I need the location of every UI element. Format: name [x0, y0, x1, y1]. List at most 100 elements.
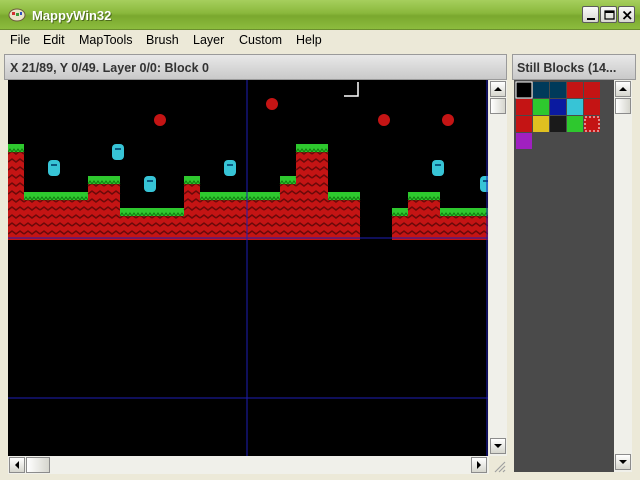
arrow-up-icon — [619, 87, 627, 91]
title-bar[interactable]: MappyWin32 — [0, 0, 640, 30]
scroll-down-button[interactable] — [490, 438, 506, 454]
grass-tile — [88, 176, 104, 184]
blocks-vertical-scrollbar[interactable] — [614, 80, 632, 472]
maximize-button[interactable] — [600, 6, 617, 23]
block-tile — [584, 82, 600, 98]
tombstone — [432, 160, 444, 176]
cursor-marker — [344, 82, 359, 97]
blocks-header: Still Blocks (14... — [512, 54, 636, 80]
map-status-bar: X 21/89, Y 0/49. Layer 0/0: Block 0 — [4, 54, 507, 80]
minimize-icon — [587, 18, 595, 20]
blocks-scroll-thumb[interactable] — [615, 98, 631, 114]
menu-edit[interactable]: Edit — [43, 33, 65, 47]
block-tiles — [515, 81, 600, 149]
cursor-status: X 21/89, Y 0/49. Layer 0/0: Block 0 — [10, 61, 209, 75]
block-tile — [567, 116, 583, 132]
block-tile — [550, 116, 566, 132]
grass-tile — [184, 176, 200, 184]
grass-tile — [232, 192, 248, 200]
minimize-button[interactable] — [582, 6, 599, 23]
grass-tile — [216, 192, 232, 200]
grass-tile — [40, 192, 56, 200]
map-tiles — [8, 80, 488, 456]
maximize-icon — [604, 10, 615, 20]
arrow-up-icon — [494, 87, 502, 91]
tombstone — [144, 176, 156, 192]
map-vertical-scrollbar[interactable] — [489, 80, 507, 456]
grass-tile — [408, 192, 424, 200]
scroll-right-button[interactable] — [471, 457, 487, 473]
grass-tile — [440, 208, 456, 216]
block-tile — [567, 82, 583, 98]
scroll-up-button[interactable] — [490, 81, 506, 97]
vertical-scroll-thumb[interactable] — [490, 98, 506, 114]
arrow-down-icon — [494, 444, 502, 448]
menu-file[interactable]: File — [10, 33, 30, 47]
scroll-left-button[interactable] — [9, 457, 25, 473]
blocks-scroll-up-button[interactable] — [615, 81, 631, 97]
block-tile — [516, 116, 532, 132]
grass-tile — [248, 192, 264, 200]
resize-grip[interactable] — [489, 456, 507, 474]
menu-brush[interactable]: Brush — [146, 33, 179, 47]
menu-maptools[interactable]: MapTools — [79, 33, 133, 47]
grass-tile — [56, 192, 72, 200]
block-tile — [550, 82, 566, 98]
block-palette[interactable] — [514, 80, 614, 472]
arrow-left-icon — [15, 461, 19, 469]
block-tile — [516, 82, 532, 98]
map-canvas[interactable] — [8, 80, 488, 456]
grass-tile — [136, 208, 152, 216]
tombstone-mark — [115, 148, 121, 150]
grass-tile — [72, 192, 88, 200]
block-tile — [550, 99, 566, 115]
resize-grip-icon — [494, 461, 506, 473]
arrow-right-icon — [477, 461, 481, 469]
tombstone — [48, 160, 60, 176]
floating-rock — [378, 114, 390, 126]
tombstone — [112, 144, 124, 160]
grass-tile — [456, 208, 472, 216]
block-tile — [516, 99, 532, 115]
block-tile — [567, 99, 583, 115]
menu-bar: File Edit MapTools Brush Layer Custom He… — [0, 30, 640, 50]
grass-tile — [104, 176, 120, 184]
blocks-title: Still Blocks (14... — [517, 61, 617, 75]
grass-tile — [392, 208, 408, 216]
blocks-scroll-down-button[interactable] — [615, 454, 631, 470]
grass-tile — [200, 192, 216, 200]
grass-tile — [152, 208, 168, 216]
close-button[interactable] — [618, 6, 635, 23]
app-window: MappyWin32 File Edit MapTools Brush Laye… — [0, 0, 640, 480]
horizontal-scroll-thumb[interactable] — [26, 457, 50, 473]
grass-tile — [328, 192, 344, 200]
grass-tile — [296, 144, 312, 152]
grass-tile — [120, 208, 136, 216]
tombstone-mark — [435, 164, 441, 166]
map-horizontal-scrollbar[interactable] — [8, 456, 489, 474]
block-tile — [584, 99, 600, 115]
block-tile — [584, 116, 600, 132]
menu-help[interactable]: Help — [296, 33, 322, 47]
grass-tile — [168, 208, 184, 216]
block-tile — [516, 133, 532, 149]
arrow-down-icon — [619, 460, 627, 464]
grass-tile — [8, 144, 24, 152]
floating-rock — [442, 114, 454, 126]
floating-rock — [266, 98, 278, 110]
grass-tile — [472, 208, 488, 216]
block-tile — [533, 82, 549, 98]
tombstone-mark — [51, 164, 57, 166]
menu-custom[interactable]: Custom — [239, 33, 282, 47]
tombstone — [224, 160, 236, 176]
app-icon[interactable] — [8, 7, 26, 23]
grass-tile — [424, 192, 440, 200]
tombstone-mark — [147, 180, 153, 182]
floating-rock — [154, 114, 166, 126]
close-icon — [622, 10, 632, 20]
block-tile — [533, 99, 549, 115]
window-title: MappyWin32 — [32, 8, 112, 23]
tombstone-mark — [227, 164, 233, 166]
menu-layer[interactable]: Layer — [193, 33, 224, 47]
grass-tile — [312, 144, 328, 152]
